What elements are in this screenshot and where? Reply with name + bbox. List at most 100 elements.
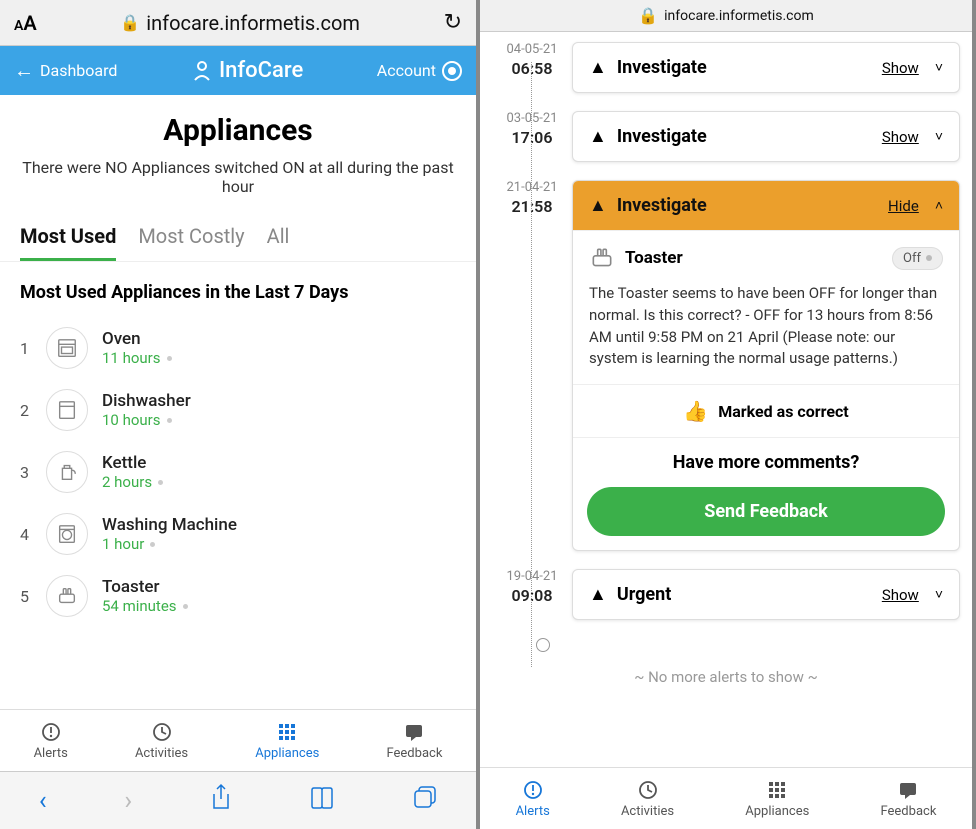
alert-header[interactable]: ▲ Urgent Show ˅: [573, 570, 959, 619]
alert-title: Investigate: [617, 195, 878, 216]
washer-icon: [46, 513, 88, 555]
back-icon[interactable]: ‹: [39, 786, 47, 816]
nav-appliances[interactable]: Appliances: [255, 722, 319, 761]
infocare-logo: InfoCare: [191, 58, 303, 83]
appliance-time: 54 minutes: [102, 597, 456, 615]
section-title: Most Used Appliances in the Last 7 Days: [20, 282, 456, 303]
alert-header[interactable]: ▲ Investigate Show ˅: [573, 43, 959, 92]
bottom-nav: Alerts Activities Appliances Feedback: [0, 709, 476, 771]
infocare-header: ← Dashboard InfoCare Account: [0, 46, 476, 95]
page-title: Appliances: [0, 113, 476, 148]
toaster-icon: [46, 575, 88, 617]
feedback-icon: [898, 780, 918, 800]
alert-card: ▲ Investigate Show ˅: [572, 42, 960, 93]
tab-most-costly[interactable]: Most Costly: [138, 218, 244, 261]
chevron-down-icon: ˅: [935, 586, 943, 603]
toaster-icon: [589, 245, 615, 271]
appliance-row[interactable]: 2 Dishwasher 10 hours: [0, 379, 476, 441]
nav-alerts[interactable]: Alerts: [34, 722, 68, 761]
share-icon[interactable]: [210, 784, 232, 817]
alert-card: ▲ Urgent Show ˅: [572, 569, 960, 620]
bottom-nav: Alerts Activities Appliances Feedback: [480, 767, 972, 829]
appliances-icon: [277, 722, 297, 742]
toggle-link[interactable]: Show: [882, 586, 919, 604]
nav-activities[interactable]: Activities: [621, 780, 674, 819]
appliance-name: Toaster: [102, 577, 456, 597]
appliance-row[interactable]: 3 Kettle 2 hours: [0, 441, 476, 503]
warning-icon: ▲: [589, 126, 607, 147]
alert-timestamp: 04-05-2106:58: [492, 42, 572, 80]
nav-alerts[interactable]: Alerts: [516, 780, 550, 819]
appliance-time: 1 hour: [102, 535, 456, 553]
toggle-link[interactable]: Show: [882, 128, 919, 146]
device-name: Toaster: [625, 248, 882, 268]
alert-header[interactable]: ▲ Investigate Show ˅: [573, 112, 959, 161]
account-label: Account: [377, 61, 436, 80]
text-size-button[interactable]: AA: [14, 11, 37, 35]
toggle-link[interactable]: Hide: [888, 197, 919, 215]
thumb-up-icon: 👍: [683, 399, 708, 423]
page-subtitle: There were NO Appliances switched ON at …: [12, 158, 464, 196]
appliance-row[interactable]: 5 Toaster 54 minutes: [0, 565, 476, 627]
appliance-row[interactable]: 1 Oven 11 hours: [0, 317, 476, 379]
tab-all[interactable]: All: [267, 218, 290, 261]
lock-icon: 🔒: [638, 6, 658, 25]
url-bar[interactable]: 🔒 infocare.informetis.com: [47, 11, 434, 35]
activities-icon: [638, 780, 658, 800]
lock-icon: 🔒: [120, 13, 140, 32]
logo-text: InfoCare: [219, 58, 303, 83]
nav-appliances[interactable]: Appliances: [745, 780, 809, 819]
alert-timestamp: 19-04-2109:08: [492, 569, 572, 607]
alerts-icon: [41, 722, 61, 742]
bookmarks-icon[interactable]: [309, 786, 335, 816]
alert-row: 19-04-2109:08 ▲ Urgent Show ˅: [492, 569, 960, 620]
url-bar[interactable]: 🔒 infocare.informetis.com: [486, 6, 966, 25]
phone-left: AA 🔒 infocare.informetis.com ↻ ← Dashboa…: [0, 0, 480, 829]
alert-header[interactable]: ▲ Investigate Hide ˄: [573, 181, 959, 230]
device-status-pill: Off: [892, 247, 943, 270]
appliance-rank: 1: [20, 339, 32, 358]
alert-timestamp: 21-04-2121:58: [492, 180, 572, 218]
alert-card: ▲ Investigate Show ˅: [572, 111, 960, 162]
tabs-icon[interactable]: [413, 785, 437, 816]
account-icon: [442, 61, 462, 81]
back-to-dashboard[interactable]: ← Dashboard: [14, 58, 117, 83]
nav-feedback[interactable]: Feedback: [880, 780, 936, 819]
toggle-link[interactable]: Show: [882, 59, 919, 77]
back-label: Dashboard: [40, 61, 117, 80]
forward-icon[interactable]: ›: [124, 786, 132, 816]
arrow-left-icon: ←: [14, 58, 34, 83]
safari-toolbar: ‹ ›: [0, 771, 476, 829]
oven-icon: [46, 327, 88, 369]
account-button[interactable]: Account: [377, 61, 462, 81]
nav-feedback[interactable]: Feedback: [386, 722, 442, 761]
nav-label: Feedback: [386, 746, 442, 761]
timeline-line: [531, 62, 532, 667]
appliance-row[interactable]: 4 Washing Machine 1 hour: [0, 503, 476, 565]
nav-label: Feedback: [880, 804, 936, 819]
appliances-icon: [767, 780, 787, 800]
appliance-name: Kettle: [102, 453, 456, 473]
nav-label: Alerts: [516, 804, 550, 819]
timeline-end-icon: [536, 638, 550, 652]
appliance-time: 10 hours: [102, 411, 456, 429]
alert-body: Toaster Off The Toaster seems to have be…: [573, 230, 959, 384]
appliance-name: Dishwasher: [102, 391, 456, 411]
alert-row: 04-05-2106:58 ▲ Investigate Show ˅: [492, 42, 960, 93]
appliances-content: Appliances There were NO Appliances swit…: [0, 95, 476, 709]
refresh-icon[interactable]: ↻: [444, 10, 462, 35]
chevron-up-icon: ˄: [935, 197, 943, 214]
send-feedback-button[interactable]: Send Feedback: [587, 487, 945, 536]
alert-card: ▲ Investigate Hide ˄ Toaster Off The Toa…: [572, 180, 960, 551]
tab-most-used[interactable]: Most Used: [20, 218, 116, 261]
appliance-time: 11 hours: [102, 349, 456, 367]
no-more-alerts: ~ No more alerts to show ~: [492, 668, 960, 686]
nav-activities[interactable]: Activities: [135, 722, 188, 761]
appliance-name: Oven: [102, 329, 456, 349]
warning-icon: ▲: [589, 57, 607, 78]
nav-label: Alerts: [34, 746, 68, 761]
appliance-rank: 4: [20, 525, 32, 544]
safari-address-bar: AA 🔒 infocare.informetis.com ↻: [0, 0, 476, 46]
chevron-down-icon: ˅: [935, 59, 943, 76]
nav-label: Activities: [621, 804, 674, 819]
